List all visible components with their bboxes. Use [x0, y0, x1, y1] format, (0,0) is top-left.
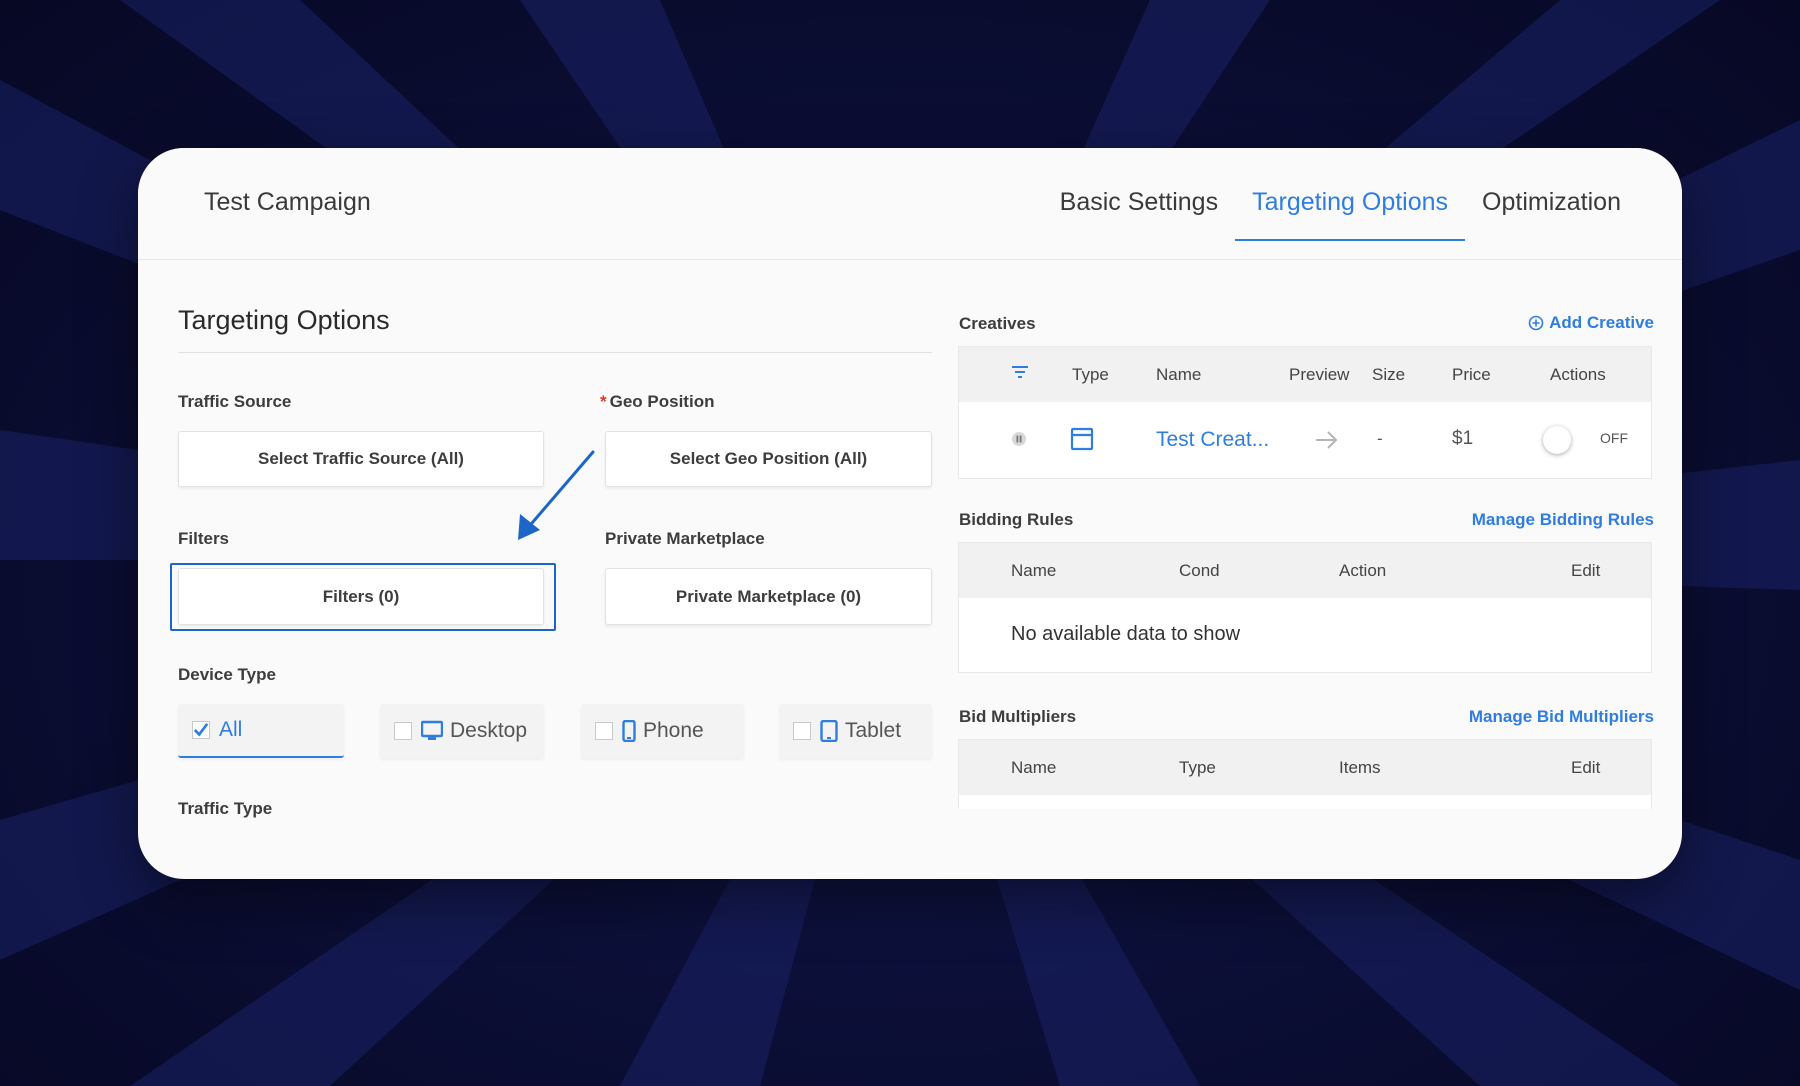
tablet-icon: [820, 720, 838, 742]
manage-bid-multipliers-link[interactable]: Manage Bid Multipliers: [1469, 707, 1654, 727]
col-size: Size: [1372, 365, 1406, 384]
bidding-rules-label: Bidding Rules: [959, 510, 1074, 529]
phone-icon: [622, 720, 636, 742]
table-row: Test Creat... - $1 OFF: [959, 402, 1651, 478]
empty-message: No available data to show: [1011, 623, 1241, 645]
col-type: Type: [1179, 758, 1216, 777]
creative-price: $1: [1452, 428, 1474, 449]
bid-multipliers-label: Bid Multipliers: [959, 707, 1077, 726]
traffic-source-label: Traffic Source: [178, 392, 292, 411]
device-label-tablet: Tablet: [845, 719, 902, 742]
bidding-rules-table-header: Name Cond Action Edit: [959, 543, 1651, 598]
section-title: Targeting Options: [178, 305, 390, 335]
creatives-table: Type Name Preview Size Price Actions Tes…: [958, 346, 1652, 479]
creative-size: -: [1377, 429, 1383, 448]
device-label-phone: Phone: [643, 719, 704, 742]
tablet-checkbox[interactable]: [793, 722, 811, 740]
top-bar: Test Campaign Basic Settings Targeting O…: [138, 148, 1682, 260]
desktop-checkbox[interactable]: [394, 722, 412, 740]
add-creative-label: Add Creative: [1549, 313, 1654, 332]
device-option-all[interactable]: All: [178, 704, 344, 758]
all-checkbox[interactable]: [192, 721, 210, 739]
tab-targeting-options[interactable]: Targeting Options: [1235, 188, 1465, 241]
section-divider: [178, 352, 932, 353]
plus-circle-icon: [1528, 315, 1544, 331]
filter-icon[interactable]: [1011, 364, 1029, 384]
campaign-title: Test Campaign: [204, 188, 371, 216]
device-option-desktop[interactable]: Desktop: [380, 704, 544, 758]
traffic-source-select[interactable]: Select Traffic Source (All): [178, 431, 544, 487]
private-marketplace-button[interactable]: Private Marketplace (0): [605, 568, 932, 625]
col-edit: Edit: [1571, 561, 1601, 580]
device-option-phone[interactable]: Phone: [581, 704, 744, 758]
col-name: Name: [1011, 758, 1057, 777]
col-name: Name: [1156, 365, 1202, 384]
creatives-table-header: Type Name Preview Size Price Actions: [959, 347, 1651, 402]
col-cond: Cond: [1179, 561, 1220, 580]
tab-basic-settings[interactable]: Basic Settings: [1043, 188, 1235, 241]
pause-icon[interactable]: [1011, 431, 1027, 452]
manage-bidding-rules-link[interactable]: Manage Bidding Rules: [1472, 510, 1654, 530]
toggle-state-label: OFF: [1600, 430, 1628, 446]
device-label-all: All: [219, 718, 243, 741]
banner-type-icon: [1070, 427, 1094, 456]
check-icon: [193, 722, 209, 737]
geo-position-label-text: Geo Position: [609, 392, 715, 411]
geo-position-label: * Geo Position: [600, 392, 714, 412]
col-price: Price: [1452, 365, 1491, 384]
traffic-type-label: Traffic Type: [178, 799, 273, 818]
bid-multipliers-table: Name Type Items Edit: [958, 739, 1652, 809]
private-marketplace-label: Private Marketplace: [605, 529, 765, 548]
creative-name-link[interactable]: Test Creat...: [1156, 428, 1269, 452]
filters-highlight: [170, 563, 556, 631]
tab-bar: Basic Settings Targeting Options Optimiz…: [1043, 188, 1638, 241]
tab-optimization[interactable]: Optimization: [1465, 188, 1638, 241]
bidding-rules-table: Name Cond Action Edit No available data …: [958, 542, 1652, 673]
col-actions: Actions: [1550, 365, 1606, 384]
empty-row: No available data to show: [959, 598, 1651, 672]
preview-arrow-icon[interactable]: [1314, 430, 1340, 455]
col-action: Action: [1339, 561, 1387, 580]
geo-position-select[interactable]: Select Geo Position (All): [605, 431, 932, 487]
device-option-tablet[interactable]: Tablet: [779, 704, 932, 758]
col-type: Type: [1072, 365, 1109, 384]
bid-multipliers-table-header: Name Type Items Edit: [959, 740, 1651, 795]
campaign-card: Test Campaign Basic Settings Targeting O…: [138, 148, 1682, 879]
col-edit: Edit: [1571, 758, 1601, 777]
device-type-label: Device Type: [178, 665, 276, 684]
device-label-desktop: Desktop: [450, 719, 528, 742]
desktop-icon: [421, 720, 443, 742]
col-preview: Preview: [1289, 365, 1350, 384]
col-name: Name: [1011, 561, 1057, 580]
creatives-label: Creatives: [959, 314, 1036, 333]
phone-checkbox[interactable]: [595, 722, 613, 740]
add-creative-link[interactable]: Add Creative: [1528, 313, 1654, 333]
col-items: Items: [1339, 758, 1381, 777]
required-mark: *: [600, 392, 607, 411]
filters-label: Filters: [178, 529, 230, 548]
